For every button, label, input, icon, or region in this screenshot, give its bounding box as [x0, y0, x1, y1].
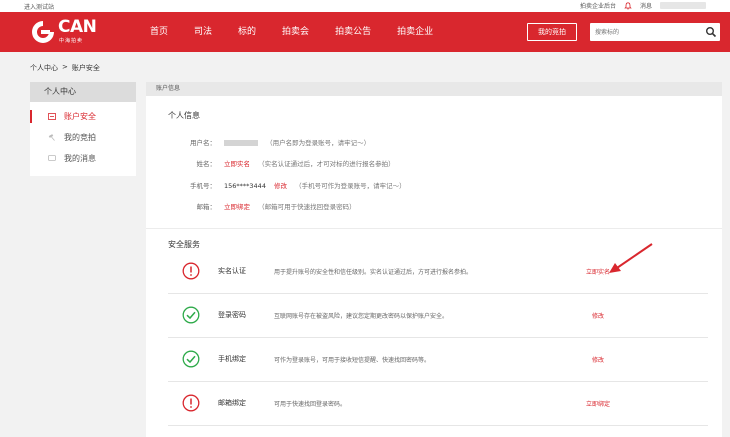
sidebar-item-my-bids[interactable]: 我的竞拍	[30, 127, 136, 148]
bind-email-link[interactable]: 立即绑定	[224, 203, 250, 211]
security-row-phone-binding: 手机绑定 可作为登录账号，可用于接收短信提醒、快速找回密码等。 修改	[168, 338, 708, 382]
search-box	[590, 23, 720, 41]
nav-item-auctions[interactable]: 拍卖会	[282, 12, 309, 52]
service-description: 互联网账号存在被盗风险，建议您定期更改密码以保护账户安全。	[274, 313, 449, 320]
service-name: 实名认证	[218, 267, 246, 275]
username-label: 用户名：	[190, 139, 216, 147]
messages-link[interactable]: 消息	[640, 1, 652, 10]
sidebar-item-label: 我的消息	[64, 154, 96, 163]
phone-value: 156****3444 修改 （手机号可作为登录账号，请牢记～）	[224, 180, 406, 192]
edit-password-button[interactable]: 修改	[568, 311, 628, 320]
user-account-menu[interactable]	[660, 2, 706, 9]
email-label: 邮箱：	[196, 203, 217, 211]
nav-item-lots[interactable]: 标的	[238, 12, 256, 52]
phone-hint: （手机号可作为登录账号，请牢记～）	[295, 182, 406, 190]
logo-mark-icon	[32, 21, 54, 43]
service-description: 用于提升账号的安全性和信任级别。实名认证通过后，方可进行报名参拍。	[274, 269, 473, 276]
active-indicator	[30, 110, 32, 123]
section-divider	[146, 228, 722, 229]
service-description: 可用于快速找回登录密码。	[274, 401, 347, 408]
email-row: 邮箱： 立即绑定 （邮箱可用于快速找回登录密码）	[168, 201, 688, 213]
sidebar-item-label: 账户安全	[64, 112, 96, 121]
alert-icon	[182, 262, 200, 280]
username-value: （用户名即为登录账号，请牢记～）	[224, 137, 370, 149]
name-value: 立即实名 （实名认证通过后，才可对标的进行报名参拍）	[224, 158, 395, 170]
breadcrumb-personal-center[interactable]: 个人中心	[30, 63, 58, 73]
breadcrumb-separator: >	[62, 63, 68, 71]
my-bids-button[interactable]: 我的竞拍	[527, 23, 577, 41]
bind-email-button[interactable]: 立即绑定	[568, 399, 628, 408]
username-row: 用户名： （用户名即为登录账号，请牢记～）	[168, 137, 688, 149]
name-hint: （实名认证通过后，才可对标的进行报名参拍）	[258, 160, 395, 168]
nav-menu: 首页 司法 标的 拍卖会 拍卖公告 拍卖企业	[150, 12, 459, 52]
gavel-icon	[48, 134, 55, 141]
nav-item-announcements[interactable]: 拍卖公告	[335, 12, 371, 52]
logo-subtext: 中海拍卖	[59, 38, 84, 44]
main-header: 账户信息	[146, 82, 722, 96]
annotation-arrow-icon	[609, 243, 653, 273]
search-input[interactable]	[590, 23, 700, 41]
top-right-links: 拍卖企业后台 消息	[580, 1, 706, 10]
name-row: 姓名： 立即实名 （实名认证通过后，才可对标的进行报名参拍）	[168, 158, 688, 170]
service-description: 可作为登录账号，可用于接收短信提醒、快速找回密码等。	[274, 357, 431, 364]
service-name: 登录密码	[218, 311, 246, 319]
personal-info-title: 个人信息	[168, 111, 200, 120]
phone-number: 156****3444	[224, 182, 266, 190]
check-icon	[182, 306, 200, 324]
main-navigation: CAN 中海拍卖 首页 司法 标的 拍卖会 拍卖公告 拍卖企业 我的竞拍	[0, 12, 730, 52]
email-value: 立即绑定 （邮箱可用于快速找回登录密码）	[224, 201, 356, 213]
enterprise-backend-link[interactable]: 拍卖企业后台	[580, 1, 616, 10]
security-services-title: 安全服务	[168, 240, 200, 249]
site-logo[interactable]: CAN 中海拍卖	[30, 17, 110, 47]
nav-item-companies[interactable]: 拍卖企业	[397, 12, 433, 52]
check-icon	[182, 350, 200, 368]
nav-item-home[interactable]: 首页	[150, 12, 168, 52]
sidebar-item-my-messages[interactable]: 我的消息	[30, 148, 136, 169]
breadcrumb-current: 账户安全	[71, 64, 100, 72]
sidebar-title: 个人中心	[30, 82, 136, 102]
phone-label: 手机号：	[190, 182, 216, 190]
test-site-link[interactable]: 进入测试站	[24, 2, 54, 11]
service-name: 邮箱绑定	[218, 399, 246, 407]
security-row-login-password: 登录密码 互联网账号存在被盗风险，建议您定期更改密码以保护账户安全。 修改	[168, 294, 708, 338]
top-utility-bar: 进入测试站 拍卖企业后台 消息	[0, 0, 730, 12]
email-hint: （邮箱可用于快速找回登录密码）	[258, 203, 356, 211]
search-icon[interactable]	[705, 26, 717, 38]
username-masked	[224, 140, 258, 146]
edit-phone-link[interactable]: 修改	[274, 182, 287, 190]
shield-icon	[48, 113, 56, 120]
name-label: 姓名：	[196, 160, 217, 168]
message-icon	[48, 155, 56, 161]
username-hint: （用户名即为登录账号，请牢记～）	[266, 139, 371, 147]
edit-phone-button[interactable]: 修改	[568, 355, 628, 364]
sidebar-item-label: 我的竞拍	[64, 133, 96, 142]
sidebar-item-account-security[interactable]: 账户安全	[30, 106, 136, 127]
phone-row: 手机号： 156****3444 修改 （手机号可作为登录账号，请牢记～）	[168, 180, 688, 192]
sidebar: 个人中心 账户安全 我的竞拍 我的消息	[30, 82, 136, 176]
bell-icon[interactable]	[624, 1, 632, 10]
nav-item-judicial[interactable]: 司法	[194, 12, 212, 52]
breadcrumb: 个人中心 > 账户安全	[30, 63, 100, 73]
alert-icon	[182, 394, 200, 412]
service-name: 手机绑定	[218, 355, 246, 363]
verify-name-link[interactable]: 立即实名	[224, 160, 250, 168]
logo-text: CAN	[58, 17, 97, 37]
security-row-email-binding: 邮箱绑定 可用于快速找回登录密码。 立即绑定	[168, 382, 708, 426]
